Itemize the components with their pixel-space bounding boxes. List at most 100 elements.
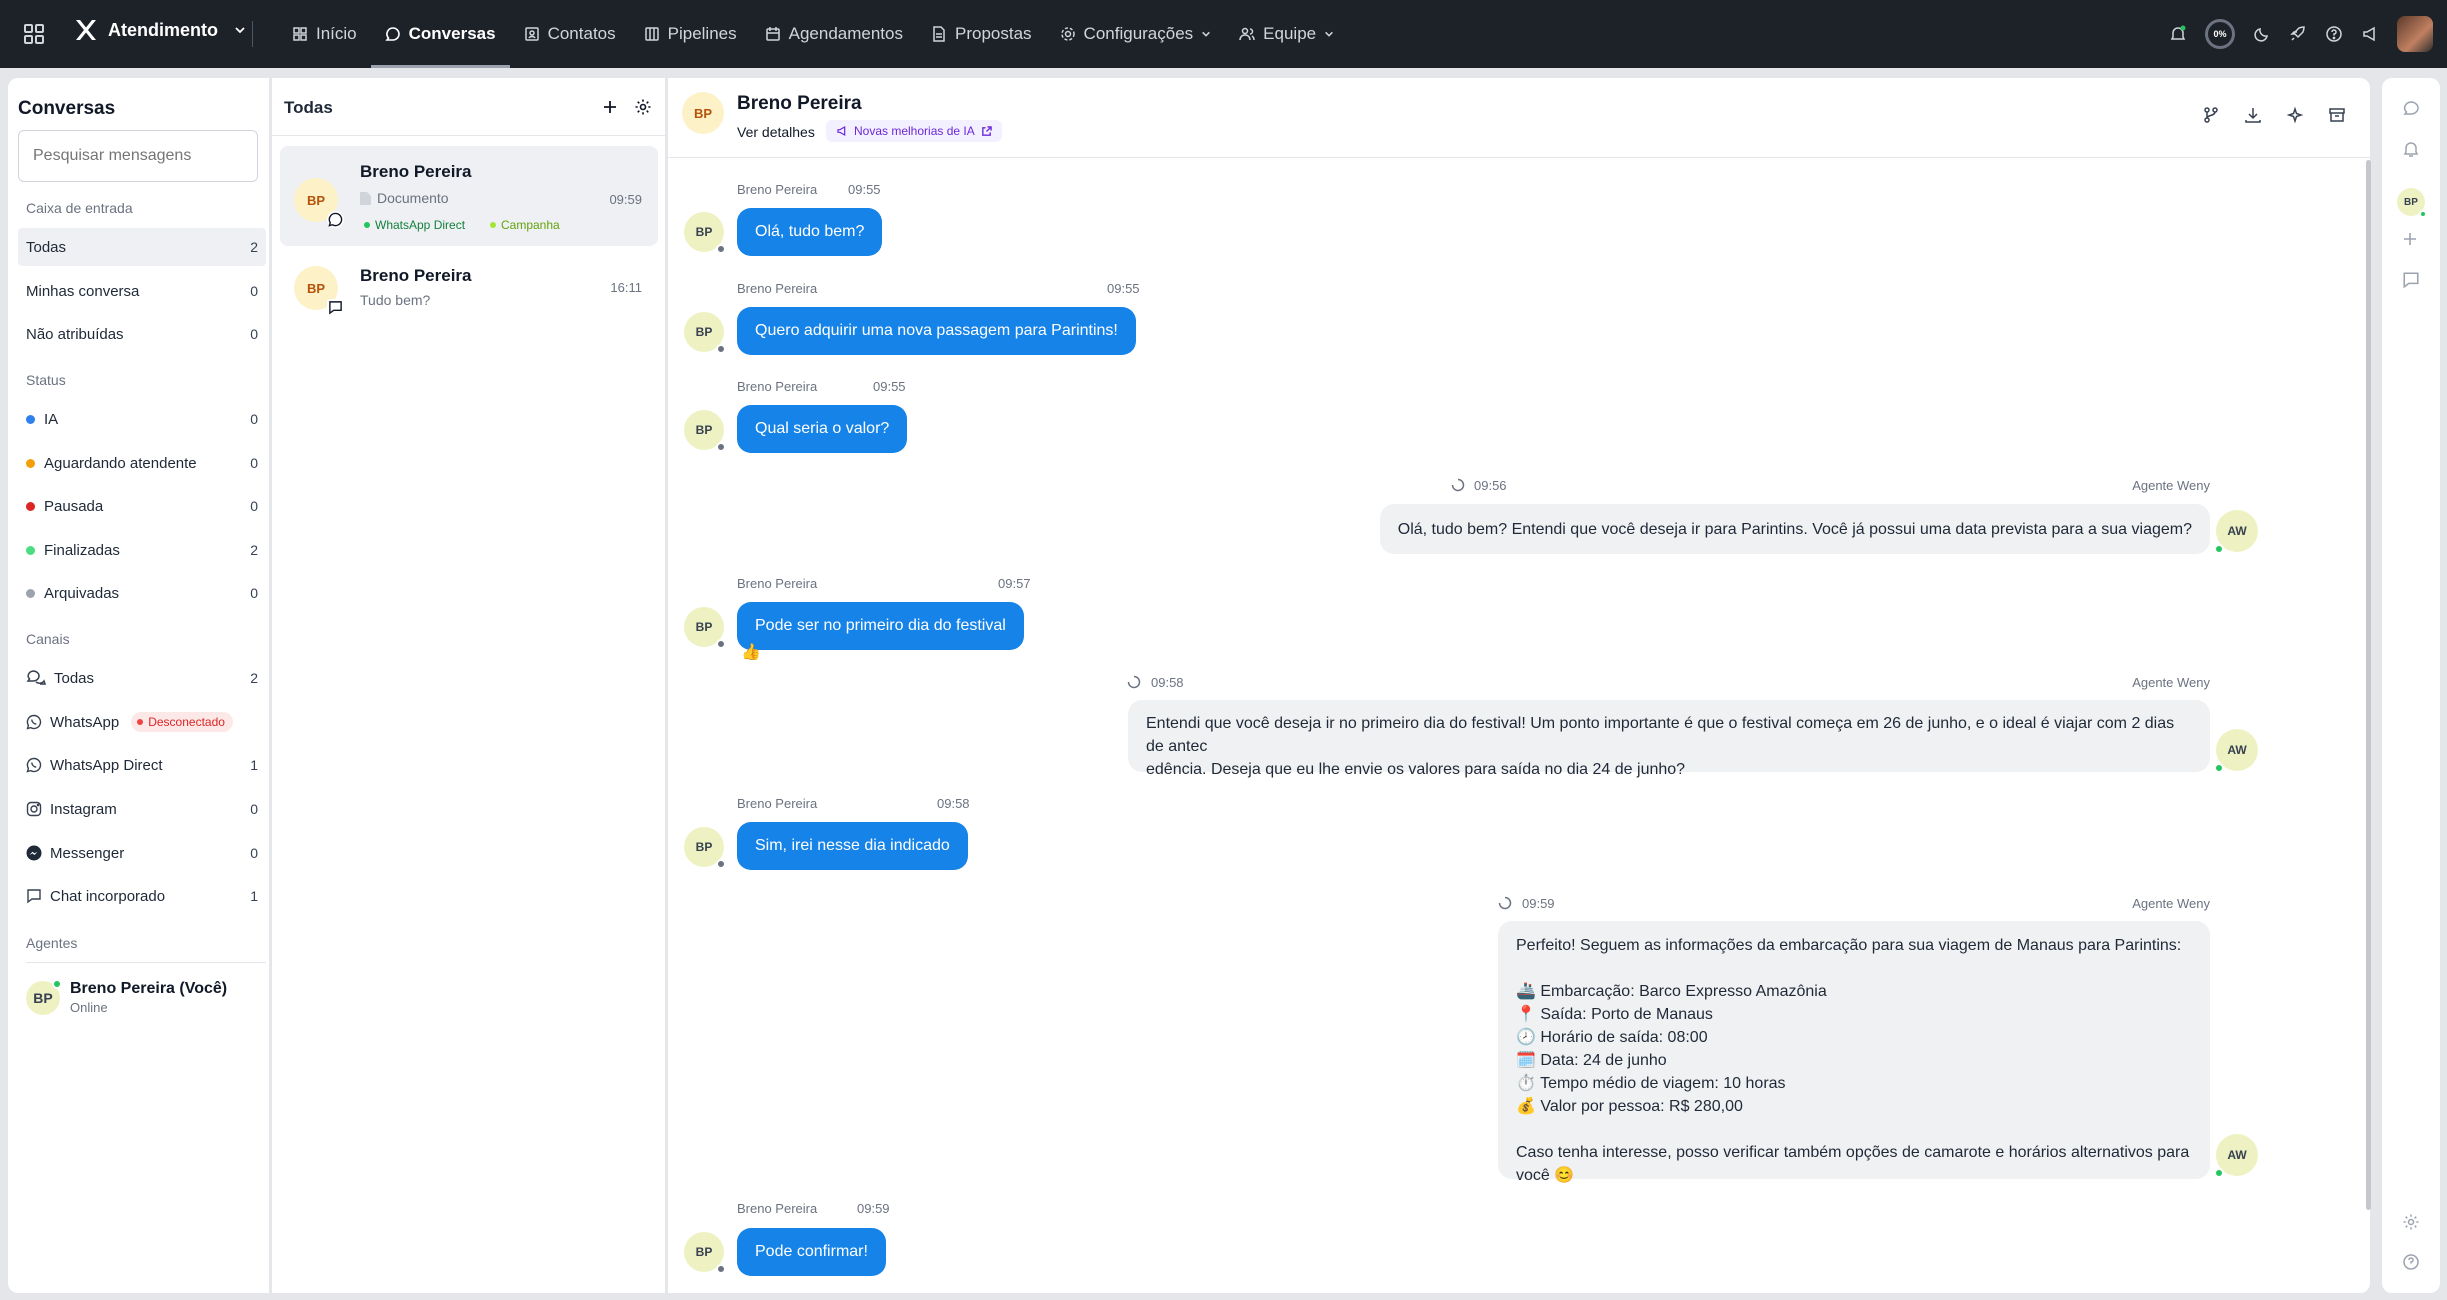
nav-pipelines[interactable]: Pipelines (630, 0, 751, 68)
status-item-ia[interactable]: IA 0 (18, 400, 266, 438)
inbox-item-minhas[interactable]: Minhas conversa 0 (18, 272, 266, 310)
channel-count: 2 (250, 670, 258, 686)
chat-header: BP Breno Pereira Ver detalhes Novas melh… (668, 78, 2370, 158)
sender-name: Breno Pereira (737, 1201, 818, 1216)
moon-icon[interactable] (2253, 25, 2271, 43)
message-preview: Documento (360, 190, 449, 206)
conversation-item[interactable]: BP Breno Pereira Documento 09:59 WhatsAp… (280, 146, 658, 246)
status-dot (26, 588, 35, 598)
status-indicator (716, 859, 726, 869)
status-heading: Status (26, 372, 66, 388)
status-indicator (716, 442, 726, 452)
status-item-arquivadas[interactable]: Arquivadas 0 (18, 574, 266, 612)
avatar: BP (294, 178, 344, 228)
status-count: 2 (250, 542, 258, 558)
nav-label: Agendamentos (788, 24, 903, 43)
avatar-initials: BP (695, 225, 713, 239)
sender-name: Breno Pereira (737, 182, 818, 197)
disconnected-badge: Desconectado (131, 712, 233, 732)
campaign-tag: Campanha (490, 218, 560, 232)
app-name: Atendimento (108, 19, 218, 40)
progress-indicator[interactable]: 0% (2205, 19, 2235, 49)
contacts-icon (524, 26, 540, 42)
nav-inicio[interactable]: Início (278, 0, 371, 68)
calendar-icon (765, 26, 781, 42)
dashboard-icon (292, 26, 308, 42)
channel-label: Todas (54, 669, 95, 687)
nav-configuracoes[interactable]: Configurações (1046, 0, 1226, 68)
status-label: Pausada (44, 497, 104, 515)
nav-label: Configurações (1083, 24, 1194, 43)
channel-item-instagram[interactable]: Instagram 0 (18, 790, 266, 828)
avatar[interactable]: BP (2397, 188, 2427, 218)
channel-item-whatsapp-direct[interactable]: WhatsApp Direct 1 (18, 746, 266, 784)
nav-label: Propostas (955, 24, 1032, 43)
users-icon (1239, 26, 1255, 42)
chats-icon (26, 669, 54, 687)
apps-grid-icon[interactable] (22, 22, 46, 46)
gear-icon[interactable] (634, 98, 652, 116)
status-item-aguardando[interactable]: Aguardando atendente 0 (18, 444, 266, 482)
app-switcher[interactable]: Atendimento (74, 18, 246, 42)
divider (252, 21, 253, 47)
transfer-icon[interactable] (2202, 106, 2220, 124)
search-input[interactable] (18, 130, 258, 182)
help-icon[interactable] (2402, 1253, 2420, 1271)
plus-icon[interactable] (602, 99, 618, 115)
reaction-emoji: 👍 (741, 644, 761, 661)
download-icon[interactable] (2244, 106, 2262, 124)
inbox-item-nao-atribuidas[interactable]: Não atribuídas 0 (18, 315, 266, 353)
inbox-item-todas[interactable]: Todas 2 (18, 228, 266, 266)
avatar: BP (684, 410, 726, 452)
inbox-count: 0 (250, 283, 258, 299)
sender-name: Agente Weny (2132, 478, 2210, 493)
avatar-initials: BP (695, 620, 713, 634)
bell-icon[interactable] (2402, 140, 2420, 158)
gear-icon[interactable] (2402, 1213, 2420, 1231)
nav-label: Pipelines (667, 24, 737, 43)
channel-label: Chat incorporado (50, 887, 166, 905)
agent-item[interactable]: BP Breno Pereira (Você) Online (26, 978, 228, 1015)
archive-icon[interactable] (2328, 106, 2346, 124)
nav-equipe[interactable]: Equipe (1225, 0, 1348, 68)
channel-tag: WhatsApp Direct (364, 218, 465, 232)
chat-bubble-icon[interactable] (2402, 100, 2420, 118)
megaphone-icon[interactable] (2361, 25, 2379, 43)
details-link[interactable]: Ver detalhes (737, 124, 815, 140)
channel-item-chat-incorporado[interactable]: Chat incorporado 1 (18, 877, 266, 915)
inbox-count: 2 (250, 239, 258, 255)
status-count: 0 (250, 498, 258, 514)
agent-name: Breno Pereira (Você) (70, 980, 228, 997)
sender-name: Breno Pereira (737, 796, 818, 811)
user-avatar[interactable] (2397, 16, 2433, 52)
plus-icon[interactable] (2402, 231, 2418, 247)
topbar-actions: 0% (2169, 14, 2433, 54)
nav-contatos[interactable]: Contatos (510, 0, 630, 68)
ai-improvements-badge[interactable]: Novas melhorias de IA (826, 120, 1002, 142)
avatar: AW (2214, 729, 2258, 773)
scrollbar[interactable] (2366, 160, 2371, 1210)
channel-item-messenger[interactable]: Messenger 0 (18, 834, 266, 872)
outgoing-message: Entendi que você deseja ir no primeiro d… (1128, 700, 2210, 778)
channel-item-whatsapp[interactable]: WhatsApp Desconectado (18, 703, 266, 741)
help-icon[interactable] (2325, 25, 2343, 43)
avatar-initials: BP (695, 325, 713, 339)
chat-actions (2202, 106, 2346, 124)
message-square-icon (26, 888, 50, 904)
online-indicator (2214, 1168, 2224, 1178)
avatar: BP (684, 312, 726, 354)
nav-agendamentos[interactable]: Agendamentos (751, 0, 917, 68)
message-time: 09:59 (857, 1201, 890, 1216)
status-item-finalizadas[interactable]: Finalizadas 2 (18, 531, 266, 569)
avatar[interactable]: BP (682, 92, 724, 134)
status-item-pausada[interactable]: Pausada 0 (18, 487, 266, 525)
nav-propostas[interactable]: Propostas (917, 0, 1046, 68)
nav-conversas[interactable]: Conversas (370, 0, 510, 68)
notification-status-icon[interactable] (2169, 25, 2187, 43)
message-square-icon[interactable] (2402, 271, 2420, 289)
channel-item-todas[interactable]: Todas 2 (18, 659, 266, 697)
conversation-item[interactable]: BP Breno Pereira Tudo bem? 16:11 (280, 254, 658, 324)
sparkles-icon[interactable] (2286, 106, 2304, 124)
rocket-icon[interactable] (2289, 25, 2307, 43)
status-dot (26, 458, 35, 468)
